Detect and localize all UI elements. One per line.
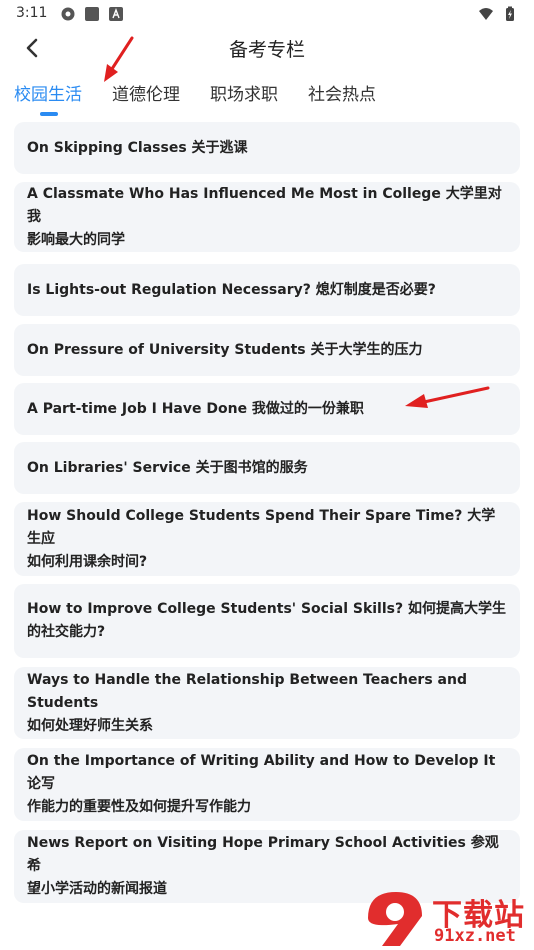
item-title-line2: 如何处理好师生关系 [27,717,153,734]
item-title-line1: A Part-time Job I Have Done 我做过的一份兼职 [27,400,364,417]
item-title-line1: On Pressure of University Students 关于大学生… [27,341,423,358]
font-a-icon [109,7,123,21]
item-title-line1: On the Importance of Writing Ability and… [27,753,496,792]
tab-social-hotspots[interactable]: 社会热点 [308,80,376,105]
item-title-line2: 如何利用课余时间? [27,553,148,570]
list-item[interactable]: On Pressure of University Students 关于大学生… [14,324,520,376]
item-title-line2: 作能力的重要性及如何提升写作能力 [27,799,251,815]
battery-charging-icon [506,6,514,21]
item-title-line2: 的社交能力? [27,624,106,640]
square-icon [85,7,99,21]
list-item[interactable]: On the Importance of Writing Ability and… [14,748,520,821]
list-item[interactable]: On Skipping Classes 关于逃课 [14,122,520,174]
page-title: 备考专栏 [228,39,305,61]
item-title-line1: How to Improve College Students' Social … [27,601,506,617]
app-header: 备考专栏 [0,28,534,68]
wifi-icon [479,8,493,20]
watermark-logo-icon [368,892,422,946]
status-bar: 3:11 [0,0,534,28]
status-icons-left [60,6,124,22]
tab-morality-ethics[interactable]: 道德伦理 [112,80,180,105]
settings-gear-icon [61,7,75,21]
list-item[interactable]: Ways to Handle the Relationship Between … [14,667,520,739]
site-watermark: 下载站 91xz.net [360,888,534,950]
item-title-line1: News Report on Visiting Hope Primary Sch… [27,835,499,874]
category-tabs: 校园生活 道德伦理 职场求职 社会热点 [0,76,534,120]
watermark-site-url: 91xz.net [434,926,516,946]
item-title-line1: How Should College Students Spend Their … [27,507,496,547]
list-item[interactable]: How Should College Students Spend Their … [14,502,520,576]
status-icons-right [478,6,518,22]
tab-campus-life[interactable]: 校园生活 [14,80,82,105]
list-item[interactable]: How to Improve College Students' Social … [14,584,520,658]
item-title-line1: On Skipping Classes 关于逃课 [27,139,248,156]
active-tab-indicator [40,112,58,116]
item-title-line2: 影响最大的同学 [27,231,125,248]
item-title-line1: Is Lights-out Regulation Necessary? 熄灯制度… [27,281,436,298]
list-item[interactable]: A Classmate Who Has Influenced Me Most i… [14,182,520,252]
item-title-line1: Ways to Handle the Relationship Between … [27,671,467,711]
status-time: 3:11 [16,5,48,21]
list-item[interactable]: Is Lights-out Regulation Necessary? 熄灯制度… [14,264,520,316]
tab-career-jobs[interactable]: 职场求职 [210,80,278,105]
item-title-line1: On Libraries' Service 关于图书馆的服务 [27,459,308,476]
item-title-line1: A Classmate Who Has Influenced Me Most i… [27,185,502,225]
list-item[interactable]: A Part-time Job I Have Done 我做过的一份兼职 [14,383,520,435]
list-item[interactable]: On Libraries' Service 关于图书馆的服务 [14,442,520,494]
